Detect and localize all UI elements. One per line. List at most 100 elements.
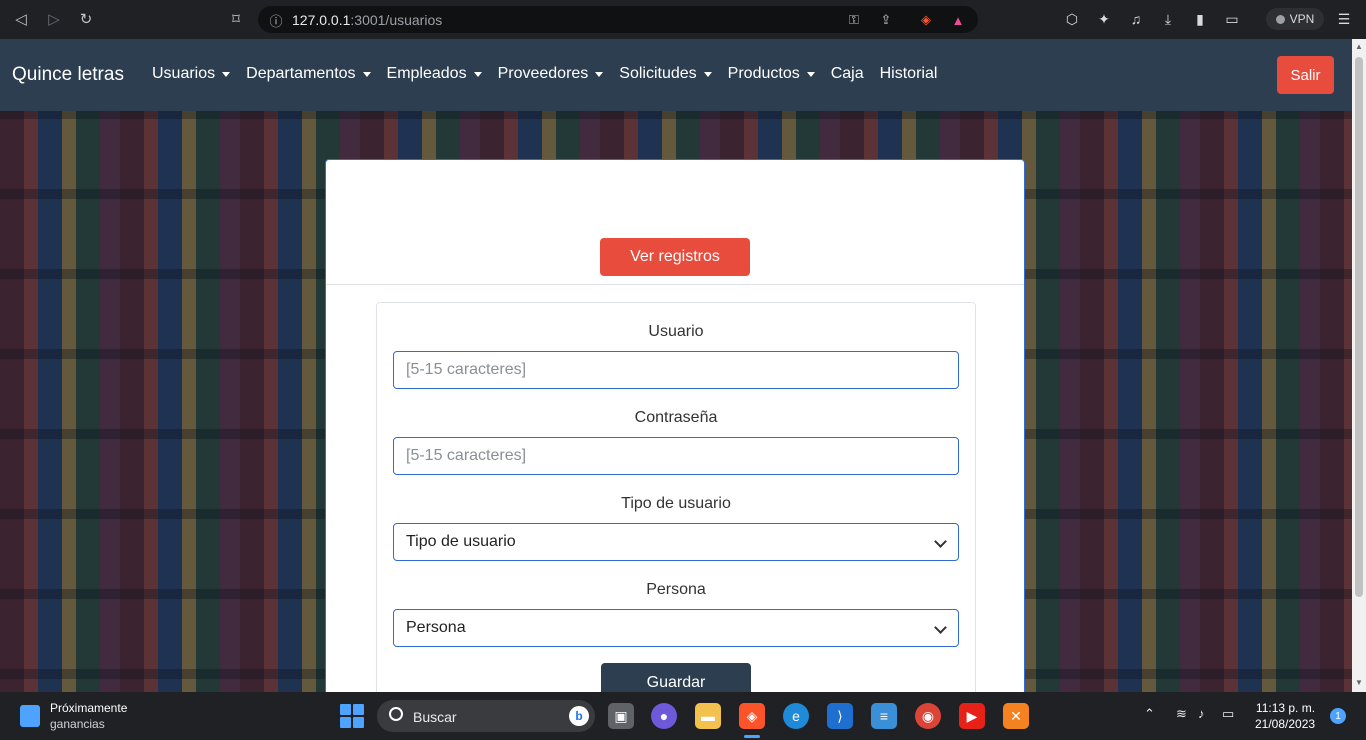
youtube-icon[interactable]: ▶ [959, 703, 985, 729]
persona-value: Persona [406, 619, 466, 636]
page-viewport: Quince letras Usuarios Departamentos Emple… [0, 39, 1352, 692]
wifi-icon[interactable]: ≋ [1176, 706, 1187, 722]
caret-down-icon [473, 71, 482, 77]
wallet-icon[interactable]: ▭ [1222, 9, 1242, 29]
scroll-up-icon[interactable]: ▲ [1355, 43, 1363, 51]
search-icon [389, 707, 403, 721]
view-records-button[interactable]: Ver registros [600, 238, 750, 276]
start-button[interactable] [340, 704, 364, 728]
user-form: Usuario [5-15 caracteres] Contraseña [5-… [376, 302, 976, 692]
file-explorer-icon[interactable]: ▬ [695, 703, 721, 729]
caret-down-icon [806, 71, 815, 77]
tipo-usuario-value: Tipo de usuario [406, 533, 516, 550]
caret-down-icon [362, 71, 371, 77]
notepad-icon[interactable]: ≡ [871, 703, 897, 729]
persona-select[interactable]: Persona [393, 609, 959, 647]
nav-item-label: Usuarios [152, 65, 216, 82]
nav-item-productos[interactable]: Productos [728, 65, 815, 83]
user-form-card: Ver registros Usuario [5-15 caracteres] … [325, 159, 1025, 692]
page-scrollbar[interactable]: ▲ ▼ [1352, 39, 1366, 692]
volume-icon[interactable]: ♪ [1198, 706, 1205, 721]
chat-icon[interactable]: ● [651, 703, 677, 729]
caret-down-icon [222, 71, 231, 77]
nav-item-label: Empleados [386, 65, 467, 82]
nav-menu: Usuarios Departamentos Empleados Proveedore… [152, 65, 937, 83]
nav-item-label: Proveedores [497, 65, 589, 82]
forward-icon[interactable]: ▷ [43, 8, 65, 30]
chrome-icon[interactable]: ◉ [915, 703, 941, 729]
nav-item-label: Departamentos [246, 65, 356, 82]
tipo-usuario-label: Tipo de usuario [621, 495, 731, 512]
widgets-button[interactable]: Próximamente ganancias [20, 700, 127, 732]
vscode-icon[interactable]: ⟩ [827, 703, 853, 729]
site-info-icon[interactable]: ⓘ [266, 10, 286, 30]
caret-down-icon [595, 71, 604, 77]
brave-browser-icon[interactable]: ◈ [739, 703, 765, 729]
app-navbar: Quince letras Usuarios Departamentos Emple… [0, 39, 1352, 111]
contrasena-label: Contraseña [634, 409, 718, 426]
media-icon[interactable]: ♫ [1126, 9, 1146, 29]
vpn-status-icon [1275, 14, 1285, 24]
usuario-input[interactable]: [5-15 caracteres] [393, 351, 959, 389]
widget-icon [20, 705, 40, 727]
extensions-puzzle-icon[interactable]: ✦ [1094, 9, 1114, 29]
widget-text: Próximamente ganancias [50, 700, 127, 732]
brand[interactable]: Quince letras [12, 64, 124, 86]
nav-item-usuarios[interactable]: Usuarios [152, 65, 231, 83]
reload-icon[interactable]: ↻ [75, 8, 97, 30]
back-icon[interactable]: ◁ [10, 8, 32, 30]
nav-item-label: Solicitudes [619, 65, 697, 82]
clock-date: 21/08/2023 [1255, 717, 1316, 731]
nav-item-caja[interactable]: Caja [831, 65, 864, 83]
clock[interactable]: 11:13 p. m. 21/08/2023 [1255, 700, 1315, 732]
search-label: Buscar [413, 709, 457, 725]
brave-rewards-icon[interactable]: ▲ [948, 10, 968, 30]
vpn-button[interactable]: VPN [1266, 8, 1324, 30]
nav-item-label: Productos [727, 65, 800, 82]
scroll-thumb[interactable] [1355, 57, 1363, 597]
active-app-indicator [744, 735, 760, 738]
tipo-usuario-select[interactable]: Tipo de usuario [393, 523, 959, 561]
chevron-down-icon [934, 621, 947, 634]
battery-icon[interactable]: ▭ [1222, 706, 1234, 722]
widget-subtitle: ganancias [50, 717, 105, 731]
nav-item-empleados[interactable]: Empleados [387, 65, 482, 83]
taskbar-search[interactable]: Buscar b [377, 700, 595, 732]
save-button[interactable]: Guardar [601, 663, 751, 692]
logout-button[interactable]: Salir [1277, 56, 1334, 94]
nav-item-label: Historial [879, 65, 938, 82]
share-icon[interactable]: ⇪ [876, 10, 896, 30]
address-bar[interactable]: ⓘ 127.0.0.1:3001/usuarios ⚿ ⇪ ◈ ▲ [258, 6, 978, 33]
nav-item-historial[interactable]: Historial [880, 65, 938, 83]
usuario-placeholder: [5-15 caracteres] [406, 361, 527, 378]
notification-badge[interactable]: 1 [1330, 708, 1346, 724]
clock-time: 11:13 p. m. [1255, 701, 1316, 715]
tray-overflow-icon[interactable]: ⌃ [1144, 706, 1155, 722]
brave-shield-icon[interactable]: ◈ [916, 10, 936, 30]
contrasena-input[interactable]: [5-15 caracteres] [393, 437, 959, 475]
edge-icon[interactable]: e [783, 703, 809, 729]
nav-item-departamentos[interactable]: Departamentos [246, 65, 371, 83]
sidebar-icon[interactable]: ▮ [1190, 9, 1210, 29]
usuario-label: Usuario [648, 323, 704, 340]
scroll-down-icon[interactable]: ▼ [1355, 679, 1363, 687]
xampp-icon[interactable]: ✕ [1003, 703, 1029, 729]
url-text: 127.0.0.1:3001/usuarios [292, 12, 443, 28]
menu-icon[interactable]: ☰ [1334, 9, 1354, 29]
key-icon[interactable]: ⚿ [844, 10, 864, 30]
caret-down-icon [703, 71, 712, 77]
persona-label: Persona [646, 581, 706, 598]
nav-item-label: Caja [830, 65, 864, 82]
bing-icon: b [569, 706, 589, 726]
widget-title: Próximamente [50, 701, 128, 715]
extension-icon[interactable]: ⬡ [1062, 9, 1082, 29]
nav-item-proveedores[interactable]: Proveedores [498, 65, 604, 83]
chevron-down-icon [934, 535, 947, 548]
nav-item-solicitudes[interactable]: Solicitudes [619, 65, 712, 83]
contrasena-placeholder: [5-15 caracteres] [406, 447, 527, 464]
card-header: Ver registros [326, 160, 1024, 285]
task-view-icon[interactable]: ▣ [608, 703, 634, 729]
browser-toolbar: ◁ ▷ ↻ ⌑ ⓘ 127.0.0.1:3001/usuarios ⚿ ⇪ ◈ … [0, 0, 1366, 39]
download-icon[interactable]: ⤓ [1158, 9, 1178, 29]
bookmark-icon[interactable]: ⌑ [225, 8, 247, 30]
